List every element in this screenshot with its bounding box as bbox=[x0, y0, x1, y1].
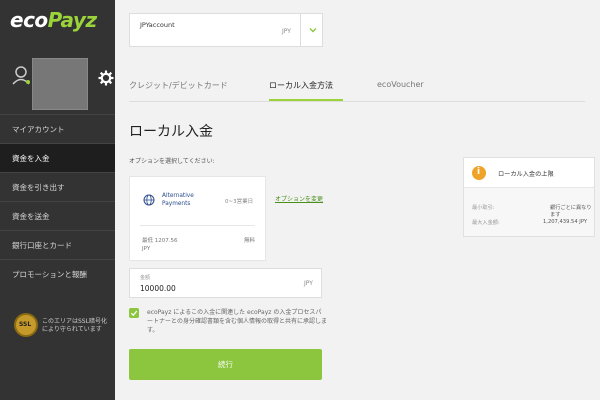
sidebar-item-withdraw[interactable]: 資金を引き出す bbox=[0, 172, 115, 201]
consent-checkbox[interactable] bbox=[129, 308, 139, 318]
consent-text: ecoPayz によるこの入金に関連した ecoPayz の入金プロセスパートナ… bbox=[147, 309, 327, 334]
tab-ecovoucher[interactable]: ecoVoucher bbox=[377, 80, 424, 89]
sidebar-nav: マイアカウント 資金を入金 資金を引き出す 資金を送金 銀行口座とカード プロモ… bbox=[0, 114, 115, 288]
sidebar-item-bank-cards[interactable]: 銀行口座とカード bbox=[0, 230, 115, 259]
minimum-currency: JPY bbox=[142, 246, 151, 252]
page-title: ローカル入金 bbox=[129, 124, 213, 140]
tab-credit-debit-card[interactable]: クレジット/デビットカード bbox=[129, 80, 228, 91]
fee-label: 無料 bbox=[244, 238, 256, 244]
continue-button[interactable]: 続行 bbox=[129, 349, 322, 380]
min-transaction-value: 銀行ごとに異なります bbox=[550, 205, 592, 218]
gear-icon[interactable] bbox=[98, 70, 114, 86]
account-selector[interactable]: JPYaccount JPY bbox=[129, 13, 323, 47]
deposit-limits-panel: i ローカル入金の上限 最小取引: 銀行ごとに異なります 最大入金額: 1,20… bbox=[463, 157, 595, 237]
amount-label: 金額 bbox=[140, 275, 151, 281]
sidebar-item-my-account[interactable]: マイアカウント bbox=[0, 114, 115, 143]
limits-header: i ローカル入金の上限 bbox=[464, 158, 594, 188]
avatar bbox=[32, 58, 88, 110]
deposit-tabs: クレジット/デビットカード ローカル入金方法 ecoVoucher bbox=[129, 78, 585, 102]
sidebar-item-promotions[interactable]: プロモーションと報酬 bbox=[0, 259, 115, 288]
sidebar: ecoPayz マイアカウント 資金を入金 資金を引き出す 資金を送金 銀行口座… bbox=[0, 0, 115, 400]
sidebar-item-transfer[interactable]: 資金を送金 bbox=[0, 201, 115, 230]
chevron-down-icon[interactable] bbox=[308, 25, 318, 35]
max-deposit-label: 最大入金額: bbox=[472, 220, 500, 226]
min-transaction-label: 最小取引: bbox=[472, 205, 495, 211]
payment-method-card[interactable]: Alternative Payments 0~3営業日 最低 1207.56 無… bbox=[129, 176, 266, 261]
change-option-link[interactable]: オプションを変更 bbox=[275, 194, 323, 203]
method-name: Alternative Payments bbox=[162, 193, 194, 207]
account-currency: JPY bbox=[282, 28, 291, 35]
info-icon: i bbox=[472, 166, 486, 180]
processing-time: 0~3営業日 bbox=[225, 199, 254, 205]
ecopayz-logo[interactable]: ecoPayz bbox=[10, 8, 97, 32]
account-name: JPYaccount bbox=[140, 21, 175, 29]
limits-title: ローカル入金の上限 bbox=[498, 171, 554, 178]
active-tab-indicator bbox=[269, 99, 343, 101]
option-prompt: オプションを選択してください: bbox=[129, 158, 215, 165]
main-content: JPYaccount JPY クレジット/デビットカード ローカル入金方法 ec… bbox=[115, 0, 600, 400]
amount-input[interactable]: 10000.00 bbox=[140, 284, 176, 293]
ssl-notice: このエリアはSSL暗号化により守られています bbox=[42, 318, 107, 333]
ssl-badge-icon: SSL bbox=[14, 313, 38, 337]
user-icon bbox=[12, 66, 30, 85]
globe-icon bbox=[143, 194, 155, 206]
max-deposit-value: 1,207,439.54 JPY bbox=[543, 219, 588, 225]
divider bbox=[300, 14, 301, 46]
divider bbox=[140, 225, 255, 226]
amount-field[interactable]: 金額 10000.00 JPY bbox=[129, 268, 322, 298]
minimum-amount: 最低 1207.56 bbox=[142, 238, 178, 244]
sidebar-item-deposit[interactable]: 資金を入金 bbox=[0, 143, 115, 172]
amount-currency: JPY bbox=[304, 280, 313, 287]
tab-local-deposit[interactable]: ローカル入金方法 bbox=[269, 80, 333, 91]
